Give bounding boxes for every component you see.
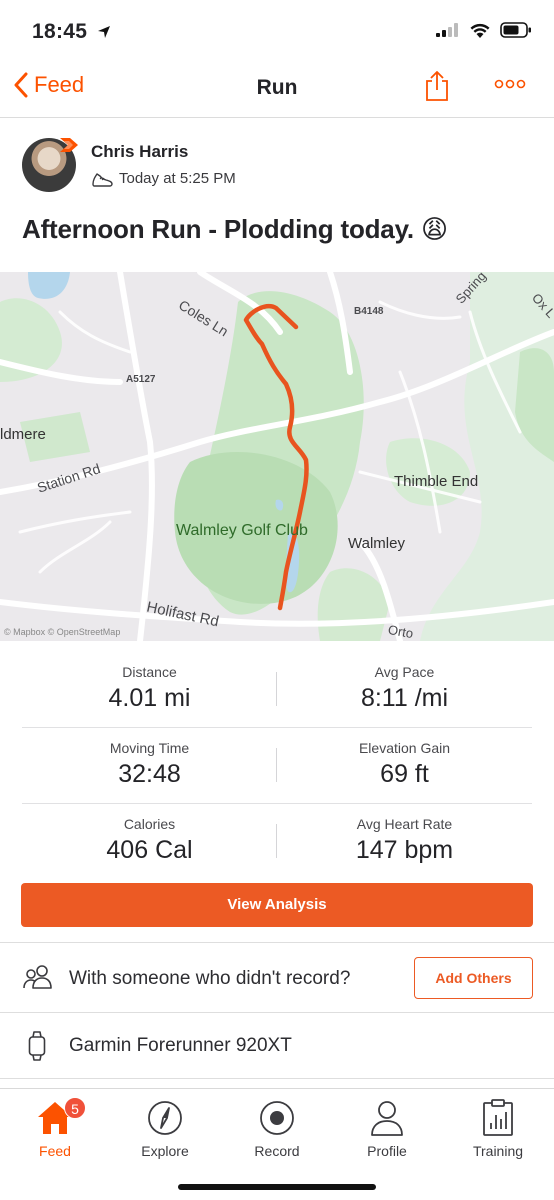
map-label-idmere: ldmere	[0, 426, 46, 443]
tab-label: Training	[472, 1143, 524, 1159]
group-activity-prompt: With someone who didn't record?	[69, 968, 351, 989]
clock-text: 18:45	[32, 20, 88, 43]
view-analysis-button[interactable]: View Analysis	[21, 883, 533, 927]
status-icons	[436, 22, 532, 38]
home-indicator[interactable]	[178, 1184, 376, 1190]
athlete-name[interactable]: Chris Harris	[91, 142, 188, 162]
stat-value: 32:48	[118, 760, 181, 788]
stat-elevation-gain: Elevation Gain 69 ft	[277, 740, 532, 789]
wifi-icon	[470, 23, 490, 38]
stat-value: 406 Cal	[106, 836, 193, 864]
running-shoe-icon	[92, 172, 113, 187]
page-title: Run	[256, 76, 298, 99]
stat-label: Calories	[123, 816, 176, 832]
battery-icon	[500, 22, 531, 38]
cellular-signal-icon	[436, 23, 458, 37]
stats-row: Distance 4.01 mi Avg Pace 8:11 /mi	[22, 652, 532, 728]
subscriber-badge-icon	[60, 138, 78, 152]
tab-label: Record	[254, 1143, 300, 1159]
map-label-b4148: B4148	[354, 306, 384, 317]
athlete-header: Chris Harris Today at 5:25 PM	[22, 136, 532, 200]
tab-icon-wrap: 5	[0, 1095, 110, 1141]
stat-label: Elevation Gain	[358, 740, 451, 756]
stat-distance: Distance 4.01 mi	[22, 664, 277, 713]
map-label-walmley-golf-club: Walmley Golf Club	[176, 522, 308, 539]
stat-label: Avg Pace	[374, 664, 435, 680]
stat-avg-heart-rate: Avg Heart Rate 147 bpm	[277, 816, 532, 865]
record-icon	[260, 1101, 294, 1135]
stat-label: Moving Time	[109, 740, 190, 756]
stat-value: 69 ft	[380, 760, 429, 788]
map-base	[0, 272, 554, 641]
add-others-button[interactable]: Add Others	[414, 957, 533, 999]
route-map[interactable]: Coles Ln B4148 Spring Ox L A5127 ldmere …	[0, 272, 554, 641]
more-horizontal-icon	[494, 79, 526, 89]
stats-row: Calories 406 Cal Avg Heart Rate 147 bpm	[22, 804, 532, 880]
stats-row: Moving Time 32:48 Elevation Gain 69 ft	[22, 728, 532, 804]
activity-timestamp: Today at 5:25 PM	[119, 170, 236, 187]
device-row: Garmin Forerunner 920XT	[0, 1013, 554, 1079]
stat-label: Avg Heart Rate	[356, 816, 453, 832]
group-activity-row: With someone who didn't record? Add Othe…	[0, 944, 554, 1012]
watch-icon	[28, 1031, 46, 1061]
divider	[0, 1078, 554, 1079]
map-label-thimble-end: Thimble End	[394, 473, 479, 490]
tab-feed[interactable]: 5 Feed	[0, 1095, 110, 1159]
tab-training[interactable]: Training	[443, 1095, 553, 1159]
tab-explore[interactable]: Explore	[110, 1095, 220, 1159]
stat-value: 147 bpm	[355, 836, 454, 864]
stat-value: 4.01 mi	[108, 684, 191, 712]
map-label-walmley: Walmley	[348, 535, 405, 552]
tab-bar: 5 Feed Explore Record Profile Training	[0, 1088, 554, 1200]
nav-bar: Feed Run	[0, 62, 554, 118]
tab-record[interactable]: Record	[222, 1095, 332, 1159]
more-button[interactable]	[494, 76, 526, 94]
status-bar: 18:45	[0, 0, 554, 62]
clipboard-chart-icon	[483, 1099, 513, 1136]
activity-title: Afternoon Run - Plodding today. 😩	[22, 214, 448, 244]
person-icon	[371, 1101, 403, 1136]
status-time: 18:45	[32, 20, 111, 44]
tab-label: Explore	[141, 1143, 189, 1159]
share-button[interactable]	[424, 70, 450, 107]
tab-profile[interactable]: Profile	[332, 1095, 442, 1159]
divider	[0, 942, 554, 943]
tab-icon-wrap	[110, 1095, 220, 1141]
compass-icon	[148, 1101, 182, 1135]
map-attribution[interactable]: © Mapbox © OpenStreetMap	[4, 627, 120, 637]
stat-value: 8:11 /mi	[360, 684, 449, 712]
tab-icon-wrap	[332, 1095, 442, 1141]
group-icon	[23, 965, 52, 989]
tab-label: Feed	[39, 1143, 71, 1159]
stat-calories: Calories 406 Cal	[22, 816, 277, 865]
tab-label: Profile	[367, 1143, 407, 1159]
stat-moving-time: Moving Time 32:48	[22, 740, 277, 789]
location-arrow-icon	[98, 26, 111, 38]
stats-grid: Distance 4.01 mi Avg Pace 8:11 /mi Movin…	[22, 652, 532, 880]
notification-badge: 5	[64, 1097, 86, 1119]
map-label-a5127: A5127	[126, 374, 156, 385]
share-icon	[426, 71, 448, 101]
stat-label: Distance	[122, 664, 177, 680]
activity-meta: Today at 5:25 PM	[91, 170, 236, 187]
tab-icon-wrap	[222, 1095, 332, 1141]
device-name: Garmin Forerunner 920XT	[69, 1035, 292, 1056]
tab-icon-wrap	[443, 1095, 553, 1141]
stat-avg-pace: Avg Pace 8:11 /mi	[277, 664, 532, 713]
